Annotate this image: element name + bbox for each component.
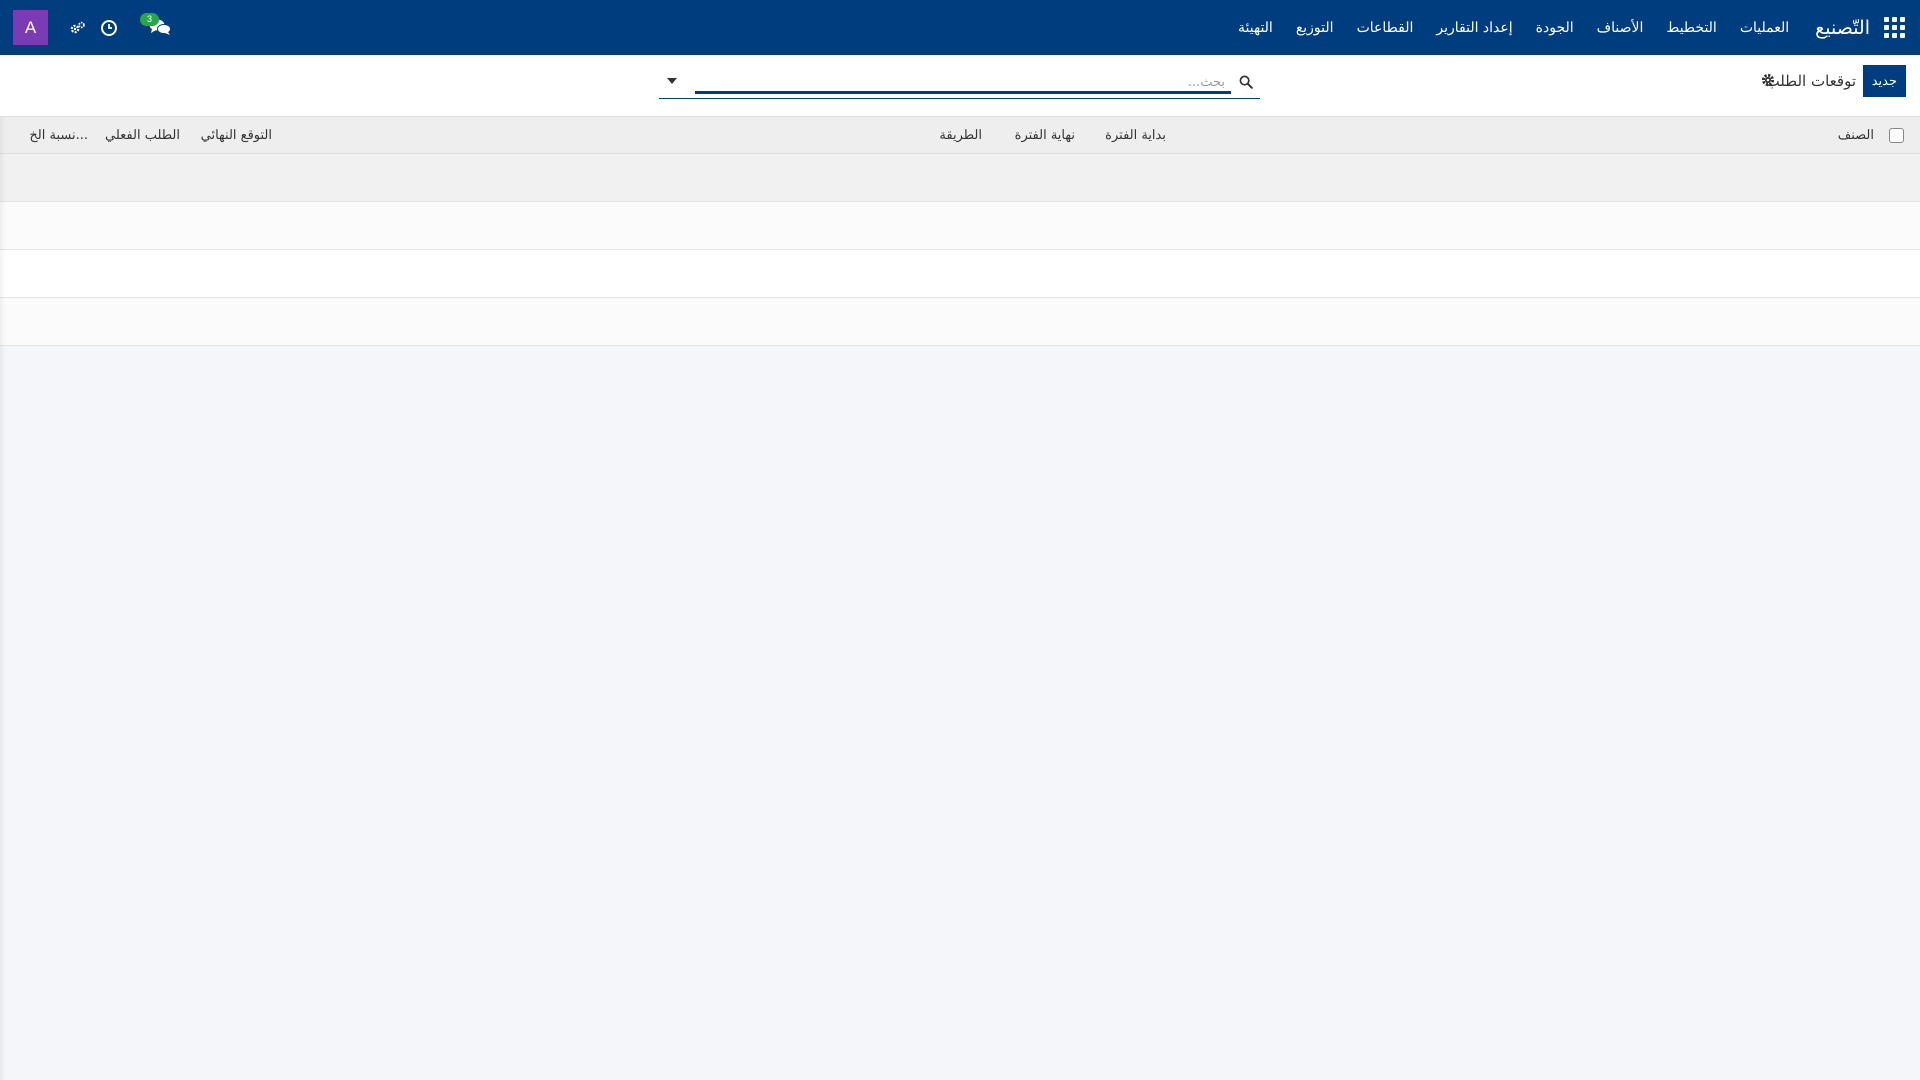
column-period-start[interactable]: بداية الفترة bbox=[1105, 128, 1166, 143]
gear-icon[interactable] bbox=[1761, 72, 1775, 91]
search-focus-indicator bbox=[695, 91, 1231, 94]
menu-reporting[interactable]: إعداد التقارير bbox=[1436, 20, 1512, 36]
activity-clock-icon[interactable] bbox=[99, 18, 119, 38]
menu-planning[interactable]: التخطيط bbox=[1666, 20, 1716, 36]
main-menu: التّصنيع العمليات التخطيط الأصناف الجودة… bbox=[1215, 0, 1906, 55]
column-period-end[interactable]: نهاية الفترة bbox=[1015, 128, 1075, 143]
menu-sectors[interactable]: القطاعات bbox=[1357, 20, 1414, 36]
breadcrumb: توقعات الطلب bbox=[1765, 72, 1856, 90]
column-final-forecast[interactable]: التوقع النهائي bbox=[201, 128, 272, 143]
top-navbar: التّصنيع العمليات التخطيط الأصناف الجودة… bbox=[0, 0, 1920, 55]
table-row bbox=[0, 298, 1920, 346]
settings-cogs-icon[interactable] bbox=[68, 18, 88, 38]
table-header: الصنف بداية الفترة نهاية الفترة الطريقة … bbox=[0, 117, 1920, 154]
column-actual-demand[interactable]: الطلب الفعلي bbox=[105, 128, 180, 143]
menu-products[interactable]: الأصناف bbox=[1597, 20, 1644, 36]
forecast-table: الصنف بداية الفترة نهاية الفترة الطريقة … bbox=[0, 117, 1920, 346]
search-options-toggle-icon[interactable] bbox=[667, 78, 677, 84]
search-icon[interactable] bbox=[1239, 74, 1253, 93]
messaging-menu[interactable]: 3 bbox=[140, 12, 172, 40]
apps-menu-icon[interactable] bbox=[1884, 16, 1906, 39]
menu-quality[interactable]: الجودة bbox=[1536, 20, 1574, 36]
left-edge-shadow bbox=[0, 117, 6, 1080]
new-button[interactable]: جديد bbox=[1862, 65, 1906, 97]
table-row bbox=[0, 154, 1920, 202]
menu-configuration[interactable]: التهيئة bbox=[1238, 20, 1273, 36]
search-bar bbox=[659, 65, 1260, 99]
menu-operations[interactable]: العمليات bbox=[1740, 20, 1789, 36]
user-avatar[interactable]: A bbox=[13, 10, 48, 45]
systray: A 3 bbox=[13, 0, 172, 55]
table-row bbox=[0, 202, 1920, 250]
table-row bbox=[0, 250, 1920, 298]
app-brand[interactable]: التّصنيع bbox=[1815, 17, 1870, 39]
column-method[interactable]: الطريقة bbox=[939, 128, 982, 143]
select-all-checkbox[interactable] bbox=[1889, 128, 1904, 143]
search-input[interactable] bbox=[695, 71, 1225, 93]
column-ratio[interactable]: نسبة الخ... bbox=[29, 128, 88, 143]
unread-badge: 3 bbox=[140, 12, 159, 26]
control-panel: جديد توقعات الطلب bbox=[0, 55, 1920, 117]
column-product[interactable]: الصنف bbox=[1838, 128, 1874, 143]
menu-distribution[interactable]: التوزيع bbox=[1296, 20, 1334, 36]
